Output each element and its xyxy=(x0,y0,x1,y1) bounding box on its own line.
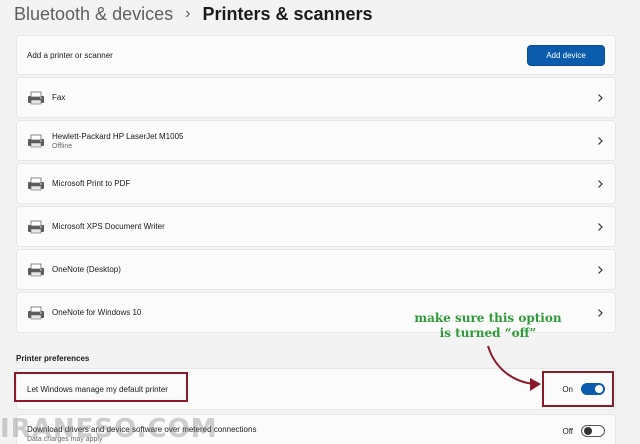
metered-download-label: Download drivers and device software ove… xyxy=(27,425,257,434)
metered-download-text: Download drivers and device software ove… xyxy=(27,425,562,443)
device-row[interactable]: Fax xyxy=(16,77,616,118)
metered-download-sublabel: Data charges may apply xyxy=(27,436,103,443)
device-status: Offline xyxy=(52,142,73,150)
device-name: Microsoft Print to PDF xyxy=(52,179,131,188)
toggle-highlight-box xyxy=(542,371,614,407)
device-name: Hewlett-Packard HP LaserJet M1005 xyxy=(52,131,184,141)
chevron-right-icon xyxy=(598,179,603,188)
annotation-line-1: make sure this option xyxy=(414,311,562,325)
chevron-right-icon xyxy=(598,136,603,145)
device-text: Fax xyxy=(52,93,595,102)
chevron-right-icon xyxy=(598,93,603,102)
chevron-right-icon xyxy=(598,308,603,317)
breadcrumb-separator-icon: › xyxy=(185,5,191,22)
add-printer-row: Add a printer or scanner Add device xyxy=(16,35,616,75)
printer-icon xyxy=(28,177,44,190)
toggle-knob xyxy=(584,427,592,435)
printer-icon xyxy=(28,306,44,319)
printer-preferences-title: Printer preferences xyxy=(16,354,90,363)
add-printer-label: Add a printer or scanner xyxy=(27,50,113,60)
annotation-note: make sure this option is turned “off” xyxy=(388,311,588,341)
device-row[interactable]: OneNote (Desktop) xyxy=(16,249,616,290)
device-row[interactable]: Hewlett-Packard HP LaserJet M1005 Offline xyxy=(16,120,616,161)
chevron-right-icon xyxy=(598,265,603,274)
metered-download-setting: Download drivers and device software ove… xyxy=(16,414,616,444)
device-name: Microsoft XPS Document Writer xyxy=(52,222,165,231)
printer-icon xyxy=(28,220,44,233)
label-highlight-box xyxy=(14,372,188,402)
breadcrumb-parent[interactable]: Bluetooth & devices xyxy=(14,4,173,25)
device-name: Fax xyxy=(52,93,66,102)
device-row[interactable]: Microsoft XPS Document Writer xyxy=(16,206,616,247)
annotation-line-2: is turned “off” xyxy=(439,326,537,340)
device-text: OneNote (Desktop) xyxy=(52,265,595,274)
page-title: Printers & scanners xyxy=(202,3,373,24)
breadcrumb: Bluetooth & devices › Printers & scanner… xyxy=(14,2,373,26)
printer-icon xyxy=(28,134,44,147)
metered-toggle-state: Off xyxy=(562,426,573,436)
chevron-right-icon xyxy=(598,222,603,231)
printer-icon xyxy=(28,263,44,276)
device-name: OneNote (Desktop) xyxy=(52,265,121,274)
add-device-button[interactable]: Add device xyxy=(527,44,605,66)
device-text: Hewlett-Packard HP LaserJet M1005 Offline xyxy=(52,132,595,150)
device-text: Microsoft XPS Document Writer xyxy=(52,222,595,231)
metered-toggle-group: Off xyxy=(562,425,605,437)
device-text: Microsoft Print to PDF xyxy=(52,179,595,188)
device-row[interactable]: Microsoft Print to PDF xyxy=(16,163,616,204)
fax-icon xyxy=(28,91,44,104)
metered-download-toggle[interactable] xyxy=(581,425,605,437)
